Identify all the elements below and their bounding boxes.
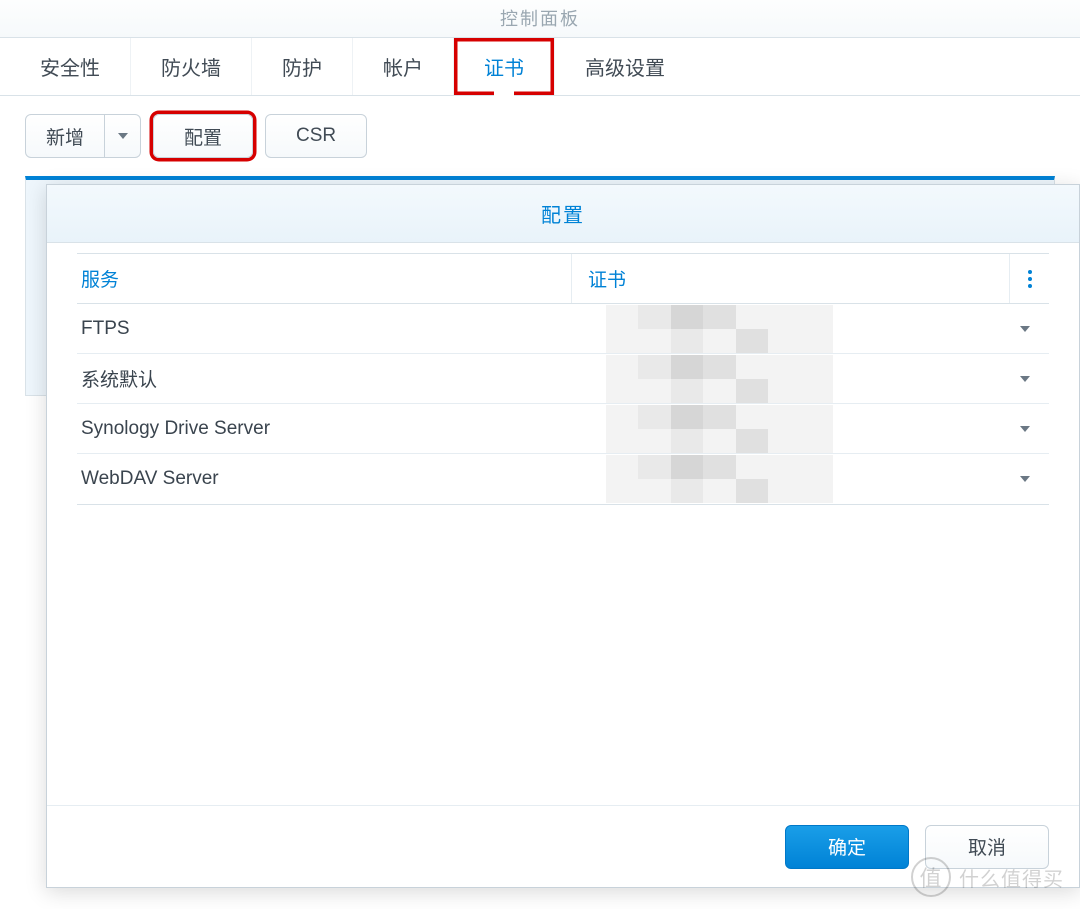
caret-down-icon (118, 133, 128, 139)
tab-certificate[interactable]: 证书 (454, 38, 555, 95)
service-cell: WebDAV Server (77, 468, 571, 490)
col-cert-header[interactable]: 证书 (571, 254, 1009, 303)
row-dropdown[interactable] (1001, 426, 1049, 432)
grid-header: 服务 证书 (77, 254, 1049, 304)
window-title: 控制面板 (0, 0, 1080, 38)
caret-down-icon (1020, 426, 1030, 432)
ok-button[interactable]: 确定 (785, 825, 909, 869)
tab-advanced[interactable]: 高级设置 (555, 38, 695, 95)
dialog-body: 服务 证书 FTPS 系统默认 Synology Drive Server We (47, 243, 1079, 805)
toolbar: 新增 配置 CSR (0, 96, 1080, 176)
add-button[interactable]: 新增 (25, 114, 105, 158)
tab-bar: 安全性 防火墙 防护 帐户 证书 高级设置 (0, 38, 1080, 96)
tab-security[interactable]: 安全性 (10, 38, 131, 95)
service-cell: FTPS (77, 318, 571, 340)
service-cell: 系统默认 (77, 365, 571, 392)
add-split-button: 新增 (25, 114, 141, 158)
more-vertical-icon (1028, 277, 1032, 281)
table-row: Synology Drive Server (77, 404, 1049, 454)
row-dropdown[interactable] (1001, 476, 1049, 482)
table-row: WebDAV Server (77, 454, 1049, 504)
tab-account[interactable]: 帐户 (353, 38, 454, 95)
service-cert-grid: 服务 证书 FTPS 系统默认 Synology Drive Server We (77, 253, 1049, 505)
tab-firewall[interactable]: 防火墙 (131, 38, 252, 95)
service-cell: Synology Drive Server (77, 418, 571, 440)
cert-cell (571, 354, 1001, 403)
caret-down-icon (1020, 476, 1030, 482)
tab-protection[interactable]: 防护 (252, 38, 353, 95)
redacted-icon (573, 455, 833, 503)
grid-more-button[interactable] (1009, 254, 1049, 303)
cert-cell (571, 454, 1001, 504)
configure-button[interactable]: 配置 (153, 114, 253, 158)
col-service-header[interactable]: 服务 (77, 265, 571, 292)
cancel-button[interactable]: 取消 (925, 825, 1049, 869)
redacted-icon (573, 305, 833, 353)
csr-button[interactable]: CSR (265, 114, 367, 158)
table-row: FTPS (77, 304, 1049, 354)
caret-down-icon (1020, 326, 1030, 332)
configure-dialog: 配置 服务 证书 FTPS 系统默认 Synology Drive Server (46, 184, 1080, 888)
row-dropdown[interactable] (1001, 376, 1049, 382)
cert-cell (571, 404, 1001, 453)
dialog-footer: 确定 取消 (47, 805, 1079, 887)
redacted-icon (573, 355, 833, 403)
redacted-icon (573, 405, 833, 453)
add-dropdown-button[interactable] (105, 114, 141, 158)
cert-cell (571, 304, 1001, 353)
table-row: 系统默认 (77, 354, 1049, 404)
dialog-title: 配置 (47, 185, 1079, 243)
row-dropdown[interactable] (1001, 326, 1049, 332)
caret-down-icon (1020, 376, 1030, 382)
